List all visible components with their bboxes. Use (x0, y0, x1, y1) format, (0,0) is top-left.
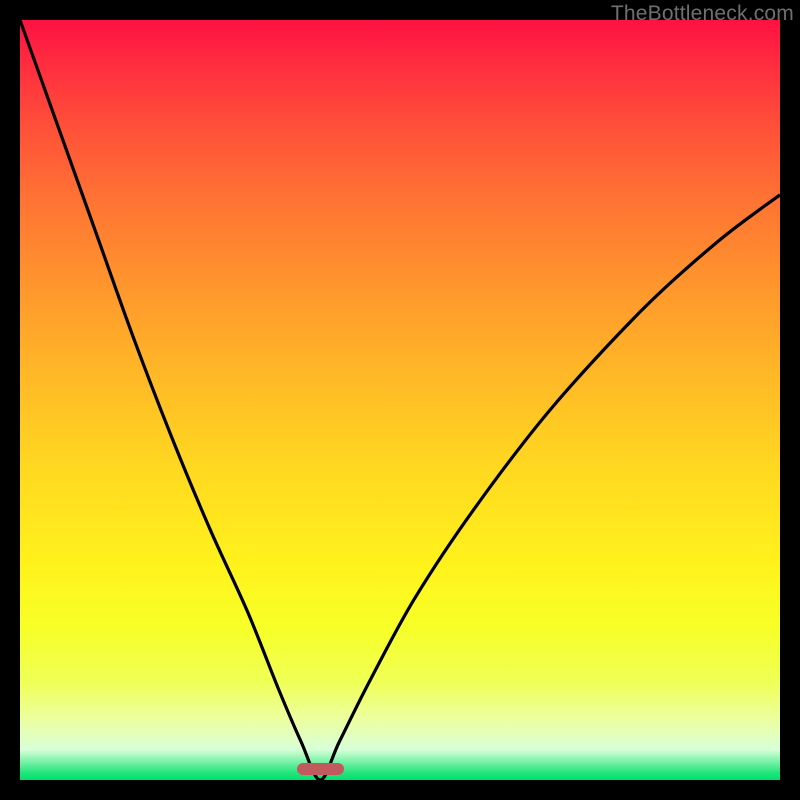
bottleneck-curve (20, 20, 780, 780)
watermark-text: TheBottleneck.com (611, 2, 794, 26)
optimal-range-marker (297, 763, 344, 775)
plot-area (20, 20, 780, 780)
